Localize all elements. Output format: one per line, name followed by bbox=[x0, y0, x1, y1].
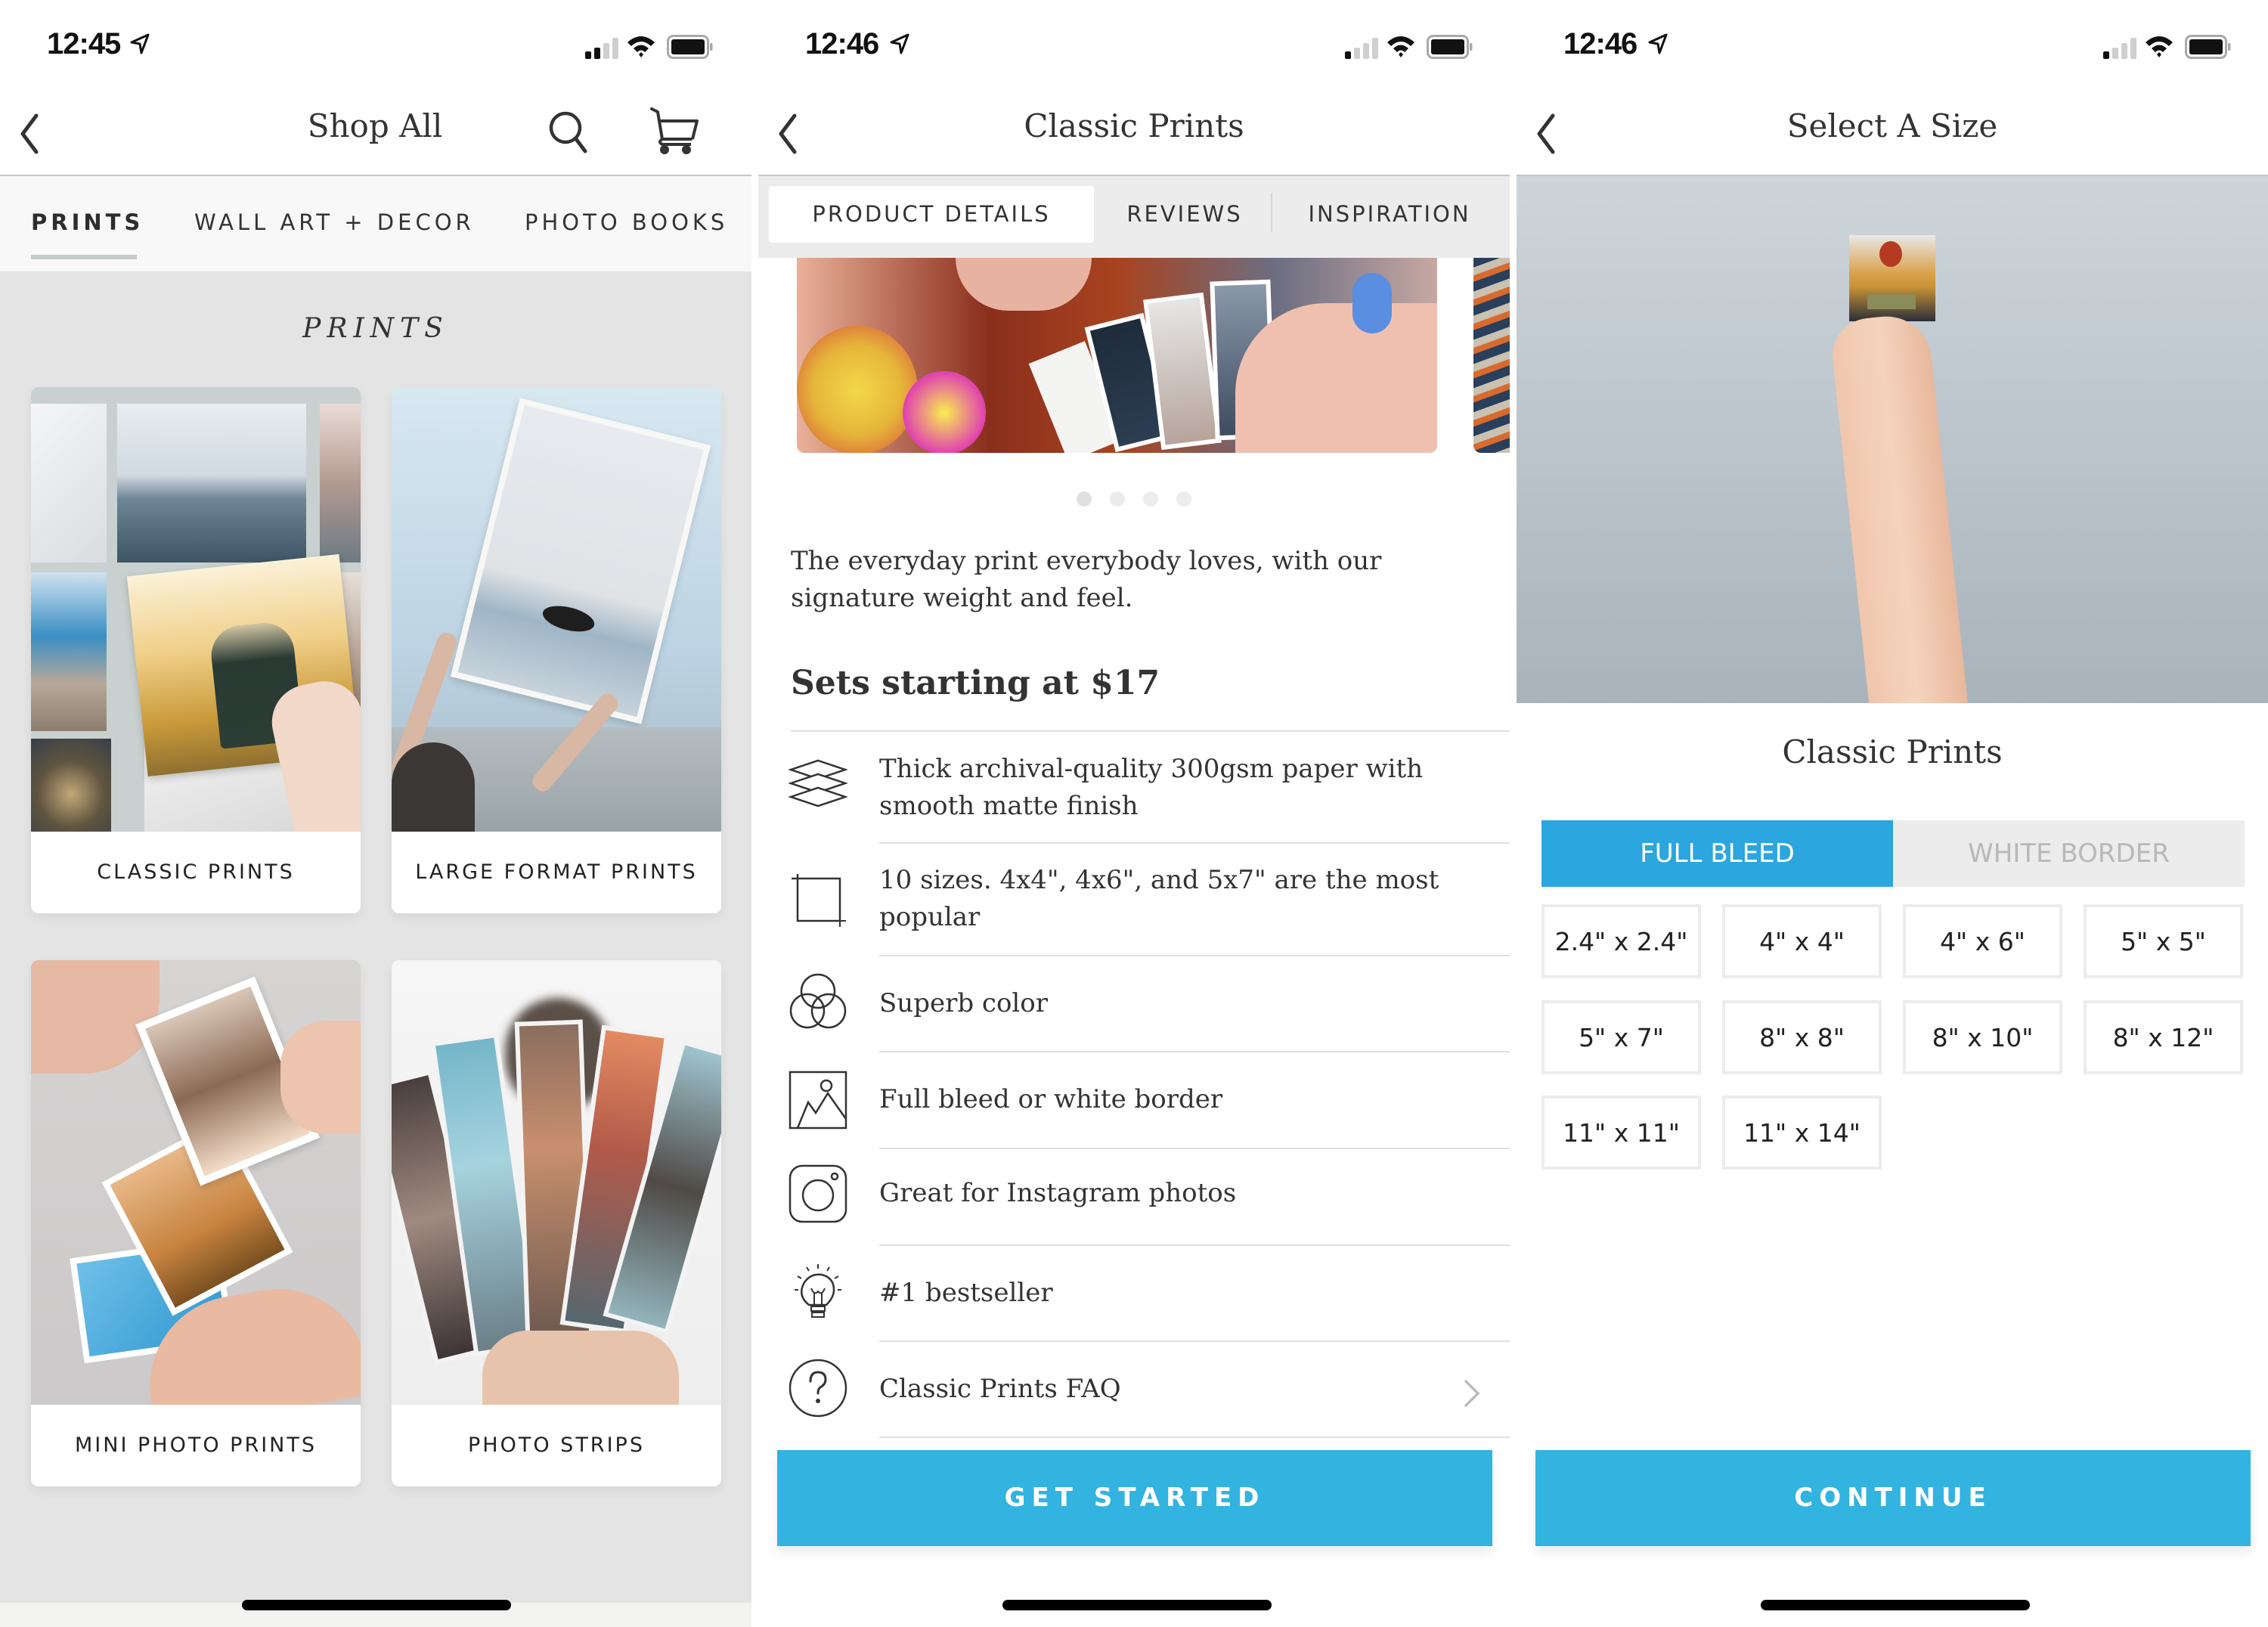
tab-photo-books[interactable]: PHOTO BOOKS bbox=[525, 209, 728, 235]
product-card-label: MINI PHOTO PRINTS bbox=[75, 1433, 317, 1457]
select-size-screen: 12:46 Select A Size Classic Prints FULL … bbox=[1517, 0, 2268, 1627]
crop-frame-icon bbox=[792, 874, 846, 927]
size-option[interactable]: 2.4" x 2.4" bbox=[1541, 904, 1701, 978]
question-circle-icon bbox=[789, 1359, 847, 1418]
active-tab-indicator bbox=[31, 255, 137, 259]
lightbulb-icon bbox=[795, 1264, 841, 1318]
wifi-icon bbox=[1387, 36, 1414, 57]
carousel-dot-2[interactable] bbox=[1110, 491, 1125, 507]
carousel-dot-1[interactable] bbox=[1077, 491, 1092, 507]
feature-text: Superb color bbox=[879, 988, 1049, 1018]
classic-prints-image bbox=[31, 387, 361, 832]
feature-divider bbox=[879, 1148, 1510, 1149]
home-indicator bbox=[1761, 1600, 2030, 1610]
carousel-slide-next[interactable] bbox=[1473, 258, 1510, 453]
battery-icon bbox=[667, 35, 713, 59]
tab-divider bbox=[1271, 193, 1272, 232]
tab-product-details[interactable]: PRODUCT DETAILS bbox=[769, 186, 1094, 243]
size-option[interactable]: 5" x 7" bbox=[1541, 1000, 1701, 1074]
photo-strips-image bbox=[392, 960, 721, 1405]
full-bleed-option[interactable]: FULL BLEED bbox=[1541, 820, 1893, 887]
chevron-right-icon bbox=[1464, 1380, 1480, 1407]
feature-text: Great for Instagram photos bbox=[879, 1178, 1237, 1208]
page-title: Select A Size bbox=[1786, 107, 1998, 144]
feature-divider bbox=[879, 1436, 1510, 1438]
feature-text: Full bleed or white border bbox=[879, 1084, 1223, 1114]
category-tabs: PRINTS WALL ART + DECOR PHOTO BOOKS bbox=[0, 176, 751, 271]
tab-prints[interactable]: PRINTS bbox=[31, 209, 144, 235]
layers-icon bbox=[789, 759, 847, 807]
faq-link[interactable]: Classic Prints FAQ bbox=[758, 1342, 1510, 1436]
tab-reviews[interactable]: REVIEWS bbox=[1100, 186, 1269, 243]
section-heading: PRINTS bbox=[302, 313, 449, 344]
detail-tabs: PRODUCT DETAILS REVIEWS INSPIRATION bbox=[758, 176, 1510, 258]
status-time: 12:46 bbox=[1563, 27, 1637, 60]
size-option[interactable]: 8" x 8" bbox=[1722, 1000, 1882, 1074]
size-option[interactable]: 5" x 5" bbox=[2084, 904, 2243, 978]
product-grid-section: PRINTS CLASSIC PRINTS LARGE FORMAT PRINT… bbox=[0, 271, 751, 1603]
feature-divider bbox=[879, 1051, 1510, 1052]
signal-strength-icon bbox=[585, 38, 621, 59]
signal-strength-icon bbox=[1345, 38, 1381, 59]
size-option[interactable]: 4" x 4" bbox=[1722, 904, 1882, 978]
battery-icon bbox=[1427, 35, 1473, 59]
price-heading: Sets starting at $17 bbox=[791, 664, 1160, 702]
size-option[interactable]: 11" x 11" bbox=[1541, 1096, 1701, 1170]
feature-text: Thick archival-quality 300gsm paper with… bbox=[879, 754, 1424, 821]
product-details-screen: 12:46 Classic Prints PRODUCT DETAILS REV… bbox=[758, 0, 1510, 1627]
carousel-slide-active[interactable] bbox=[797, 258, 1437, 453]
carousel-dot-3[interactable] bbox=[1143, 491, 1158, 507]
color-circles-icon bbox=[789, 973, 847, 1029]
tab-inspiration[interactable]: INSPIRATION bbox=[1274, 186, 1505, 243]
get-started-button[interactable]: GET STARTED bbox=[777, 1450, 1492, 1546]
wifi-icon bbox=[2146, 36, 2173, 57]
search-icon[interactable] bbox=[547, 109, 591, 156]
page-title: Classic Prints bbox=[1024, 107, 1244, 144]
instagram-icon bbox=[789, 1164, 847, 1223]
feature-text: #1 bestseller bbox=[879, 1278, 1053, 1308]
location-arrow-icon bbox=[130, 33, 150, 54]
feature-divider bbox=[879, 955, 1510, 956]
feature-text: 10 sizes. 4x4", 4x6", and 5x7" are the m… bbox=[879, 865, 1439, 932]
product-description: The everyday print everybody loves, with… bbox=[791, 546, 1382, 613]
location-arrow-icon bbox=[1648, 33, 1668, 54]
product-card-photo-strips[interactable]: PHOTO STRIPS bbox=[392, 960, 721, 1486]
size-option[interactable]: 4" x 6" bbox=[1903, 904, 2062, 978]
size-option[interactable]: 8" x 10" bbox=[1903, 1000, 2062, 1074]
product-card-large-format-prints[interactable]: LARGE FORMAT PRINTS bbox=[392, 387, 721, 913]
wifi-icon bbox=[627, 36, 655, 57]
carousel-dot-4[interactable] bbox=[1176, 491, 1191, 507]
status-time: 12:46 bbox=[805, 27, 879, 60]
size-option[interactable]: 11" x 14" bbox=[1722, 1096, 1882, 1170]
product-name: Classic Prints bbox=[1782, 733, 2003, 770]
home-indicator bbox=[1002, 1600, 1272, 1610]
signal-strength-icon bbox=[2103, 38, 2139, 59]
feature-divider bbox=[879, 842, 1510, 844]
white-border-option[interactable]: WHITE BORDER bbox=[1893, 820, 2245, 887]
product-card-mini-photo-prints[interactable]: MINI PHOTO PRINTS bbox=[31, 960, 361, 1486]
product-card-classic-prints[interactable]: CLASSIC PRINTS bbox=[31, 387, 361, 913]
size-option[interactable]: 8" x 12" bbox=[2084, 1000, 2243, 1074]
home-indicator bbox=[242, 1600, 511, 1610]
feature-divider bbox=[879, 1244, 1510, 1246]
feature-text: Classic Prints FAQ bbox=[879, 1374, 1121, 1404]
feature-divider bbox=[791, 730, 1510, 732]
large-format-prints-image bbox=[392, 387, 721, 832]
status-time: 12:45 bbox=[47, 27, 121, 60]
product-card-label: PHOTO STRIPS bbox=[468, 1433, 645, 1457]
shop-all-screen: 12:45 Shop All PRINTS WALL ART + DECOR P… bbox=[0, 0, 751, 1627]
page-title: Shop All bbox=[307, 107, 443, 144]
tab-wall-art-decor[interactable]: WALL ART + DECOR bbox=[194, 209, 475, 235]
product-card-label: CLASSIC PRINTS bbox=[97, 860, 295, 884]
product-hero-image bbox=[1517, 176, 2268, 703]
continue-button[interactable]: CONTINUE bbox=[1535, 1450, 2251, 1546]
battery-icon bbox=[2185, 35, 2231, 59]
carousel-pagination bbox=[758, 491, 1510, 510]
mini-photo-prints-image bbox=[31, 960, 361, 1405]
cart-icon[interactable] bbox=[649, 104, 702, 159]
image-frame-icon bbox=[789, 1071, 847, 1130]
location-arrow-icon bbox=[890, 33, 909, 54]
product-card-label: LARGE FORMAT PRINTS bbox=[415, 860, 698, 884]
